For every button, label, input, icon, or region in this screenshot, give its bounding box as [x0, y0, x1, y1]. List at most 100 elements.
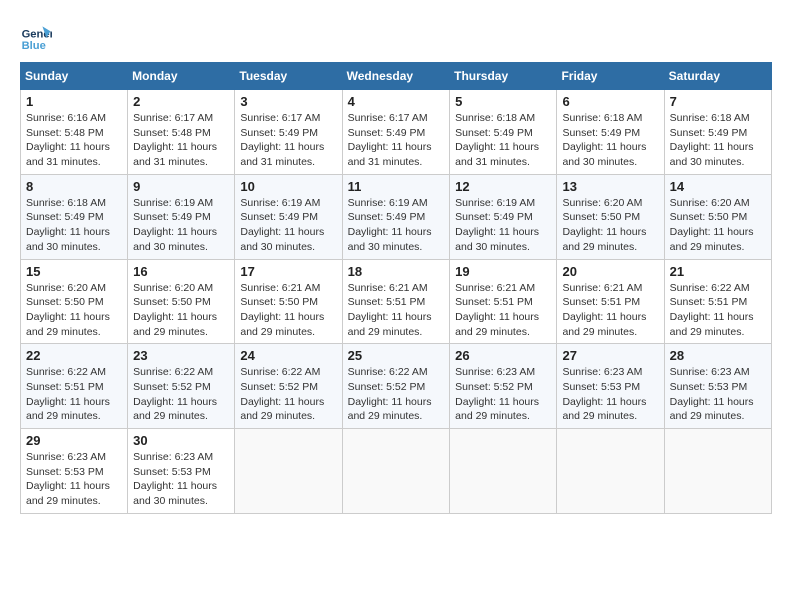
calendar-cell: 6 Sunrise: 6:18 AM Sunset: 5:49 PM Dayli… — [557, 90, 664, 175]
day-number: 11 — [348, 179, 445, 194]
day-info: Sunrise: 6:18 AM Sunset: 5:49 PM Dayligh… — [670, 111, 766, 170]
calendar-cell: 11 Sunrise: 6:19 AM Sunset: 5:49 PM Dayl… — [342, 174, 450, 259]
day-info: Sunrise: 6:17 AM Sunset: 5:49 PM Dayligh… — [240, 111, 336, 170]
day-number: 18 — [348, 264, 445, 279]
day-number: 14 — [670, 179, 766, 194]
day-info: Sunrise: 6:23 AM Sunset: 5:52 PM Dayligh… — [455, 365, 551, 424]
day-number: 10 — [240, 179, 336, 194]
column-header-thursday: Thursday — [450, 63, 557, 90]
calendar-cell: 29 Sunrise: 6:23 AM Sunset: 5:53 PM Dayl… — [21, 429, 128, 514]
calendar-cell — [235, 429, 342, 514]
day-number: 9 — [133, 179, 229, 194]
calendar-week-row: 15 Sunrise: 6:20 AM Sunset: 5:50 PM Dayl… — [21, 259, 772, 344]
day-number: 22 — [26, 348, 122, 363]
day-info: Sunrise: 6:21 AM Sunset: 5:50 PM Dayligh… — [240, 281, 336, 340]
day-info: Sunrise: 6:21 AM Sunset: 5:51 PM Dayligh… — [562, 281, 658, 340]
day-info: Sunrise: 6:23 AM Sunset: 5:53 PM Dayligh… — [133, 450, 229, 509]
column-header-tuesday: Tuesday — [235, 63, 342, 90]
column-header-wednesday: Wednesday — [342, 63, 450, 90]
day-info: Sunrise: 6:21 AM Sunset: 5:51 PM Dayligh… — [348, 281, 445, 340]
calendar-cell: 4 Sunrise: 6:17 AM Sunset: 5:49 PM Dayli… — [342, 90, 450, 175]
day-info: Sunrise: 6:22 AM Sunset: 5:52 PM Dayligh… — [133, 365, 229, 424]
calendar-cell: 18 Sunrise: 6:21 AM Sunset: 5:51 PM Dayl… — [342, 259, 450, 344]
svg-text:Blue: Blue — [22, 40, 46, 52]
day-info: Sunrise: 6:23 AM Sunset: 5:53 PM Dayligh… — [562, 365, 658, 424]
calendar-cell: 28 Sunrise: 6:23 AM Sunset: 5:53 PM Dayl… — [664, 344, 771, 429]
calendar-cell: 24 Sunrise: 6:22 AM Sunset: 5:52 PM Dayl… — [235, 344, 342, 429]
calendar-cell: 13 Sunrise: 6:20 AM Sunset: 5:50 PM Dayl… — [557, 174, 664, 259]
day-info: Sunrise: 6:19 AM Sunset: 5:49 PM Dayligh… — [133, 196, 229, 255]
day-number: 20 — [562, 264, 658, 279]
day-number: 2 — [133, 94, 229, 109]
day-number: 8 — [26, 179, 122, 194]
day-number: 13 — [562, 179, 658, 194]
day-number: 23 — [133, 348, 229, 363]
day-info: Sunrise: 6:18 AM Sunset: 5:49 PM Dayligh… — [562, 111, 658, 170]
calendar-cell: 26 Sunrise: 6:23 AM Sunset: 5:52 PM Dayl… — [450, 344, 557, 429]
day-number: 16 — [133, 264, 229, 279]
column-header-sunday: Sunday — [21, 63, 128, 90]
calendar-cell: 17 Sunrise: 6:21 AM Sunset: 5:50 PM Dayl… — [235, 259, 342, 344]
day-info: Sunrise: 6:22 AM Sunset: 5:52 PM Dayligh… — [240, 365, 336, 424]
day-info: Sunrise: 6:20 AM Sunset: 5:50 PM Dayligh… — [562, 196, 658, 255]
calendar-cell: 1 Sunrise: 6:16 AM Sunset: 5:48 PM Dayli… — [21, 90, 128, 175]
day-info: Sunrise: 6:19 AM Sunset: 5:49 PM Dayligh… — [455, 196, 551, 255]
day-info: Sunrise: 6:18 AM Sunset: 5:49 PM Dayligh… — [26, 196, 122, 255]
logo-icon: General Blue — [20, 20, 52, 52]
day-number: 29 — [26, 433, 122, 448]
day-number: 27 — [562, 348, 658, 363]
calendar-week-row: 29 Sunrise: 6:23 AM Sunset: 5:53 PM Dayl… — [21, 429, 772, 514]
day-info: Sunrise: 6:20 AM Sunset: 5:50 PM Dayligh… — [26, 281, 122, 340]
day-info: Sunrise: 6:23 AM Sunset: 5:53 PM Dayligh… — [670, 365, 766, 424]
day-number: 1 — [26, 94, 122, 109]
calendar-cell — [664, 429, 771, 514]
column-header-saturday: Saturday — [664, 63, 771, 90]
calendar-cell: 30 Sunrise: 6:23 AM Sunset: 5:53 PM Dayl… — [128, 429, 235, 514]
day-number: 5 — [455, 94, 551, 109]
day-info: Sunrise: 6:19 AM Sunset: 5:49 PM Dayligh… — [348, 196, 445, 255]
day-number: 4 — [348, 94, 445, 109]
calendar-cell: 15 Sunrise: 6:20 AM Sunset: 5:50 PM Dayl… — [21, 259, 128, 344]
day-info: Sunrise: 6:23 AM Sunset: 5:53 PM Dayligh… — [26, 450, 122, 509]
day-number: 28 — [670, 348, 766, 363]
calendar-cell: 7 Sunrise: 6:18 AM Sunset: 5:49 PM Dayli… — [664, 90, 771, 175]
day-info: Sunrise: 6:20 AM Sunset: 5:50 PM Dayligh… — [133, 281, 229, 340]
day-number: 26 — [455, 348, 551, 363]
day-number: 25 — [348, 348, 445, 363]
calendar-cell: 10 Sunrise: 6:19 AM Sunset: 5:49 PM Dayl… — [235, 174, 342, 259]
day-info: Sunrise: 6:16 AM Sunset: 5:48 PM Dayligh… — [26, 111, 122, 170]
calendar-cell: 27 Sunrise: 6:23 AM Sunset: 5:53 PM Dayl… — [557, 344, 664, 429]
day-number: 21 — [670, 264, 766, 279]
calendar-cell: 14 Sunrise: 6:20 AM Sunset: 5:50 PM Dayl… — [664, 174, 771, 259]
day-number: 30 — [133, 433, 229, 448]
calendar-cell: 25 Sunrise: 6:22 AM Sunset: 5:52 PM Dayl… — [342, 344, 450, 429]
calendar-cell: 23 Sunrise: 6:22 AM Sunset: 5:52 PM Dayl… — [128, 344, 235, 429]
calendar-cell: 22 Sunrise: 6:22 AM Sunset: 5:51 PM Dayl… — [21, 344, 128, 429]
calendar-cell: 9 Sunrise: 6:19 AM Sunset: 5:49 PM Dayli… — [128, 174, 235, 259]
calendar-cell — [342, 429, 450, 514]
day-number: 6 — [562, 94, 658, 109]
calendar-week-row: 22 Sunrise: 6:22 AM Sunset: 5:51 PM Dayl… — [21, 344, 772, 429]
calendar-cell: 21 Sunrise: 6:22 AM Sunset: 5:51 PM Dayl… — [664, 259, 771, 344]
day-info: Sunrise: 6:22 AM Sunset: 5:51 PM Dayligh… — [26, 365, 122, 424]
day-number: 19 — [455, 264, 551, 279]
calendar-cell: 20 Sunrise: 6:21 AM Sunset: 5:51 PM Dayl… — [557, 259, 664, 344]
day-info: Sunrise: 6:21 AM Sunset: 5:51 PM Dayligh… — [455, 281, 551, 340]
day-number: 3 — [240, 94, 336, 109]
page-header: General Blue — [20, 20, 772, 52]
day-number: 17 — [240, 264, 336, 279]
calendar-cell: 16 Sunrise: 6:20 AM Sunset: 5:50 PM Dayl… — [128, 259, 235, 344]
calendar-cell: 3 Sunrise: 6:17 AM Sunset: 5:49 PM Dayli… — [235, 90, 342, 175]
calendar-week-row: 8 Sunrise: 6:18 AM Sunset: 5:49 PM Dayli… — [21, 174, 772, 259]
logo: General Blue — [20, 20, 52, 52]
day-number: 7 — [670, 94, 766, 109]
calendar-cell: 2 Sunrise: 6:17 AM Sunset: 5:48 PM Dayli… — [128, 90, 235, 175]
calendar-cell — [450, 429, 557, 514]
calendar-cell: 12 Sunrise: 6:19 AM Sunset: 5:49 PM Dayl… — [450, 174, 557, 259]
day-info: Sunrise: 6:20 AM Sunset: 5:50 PM Dayligh… — [670, 196, 766, 255]
column-header-monday: Monday — [128, 63, 235, 90]
column-header-friday: Friday — [557, 63, 664, 90]
calendar-table: SundayMondayTuesdayWednesdayThursdayFrid… — [20, 62, 772, 514]
calendar-cell: 8 Sunrise: 6:18 AM Sunset: 5:49 PM Dayli… — [21, 174, 128, 259]
day-info: Sunrise: 6:22 AM Sunset: 5:52 PM Dayligh… — [348, 365, 445, 424]
